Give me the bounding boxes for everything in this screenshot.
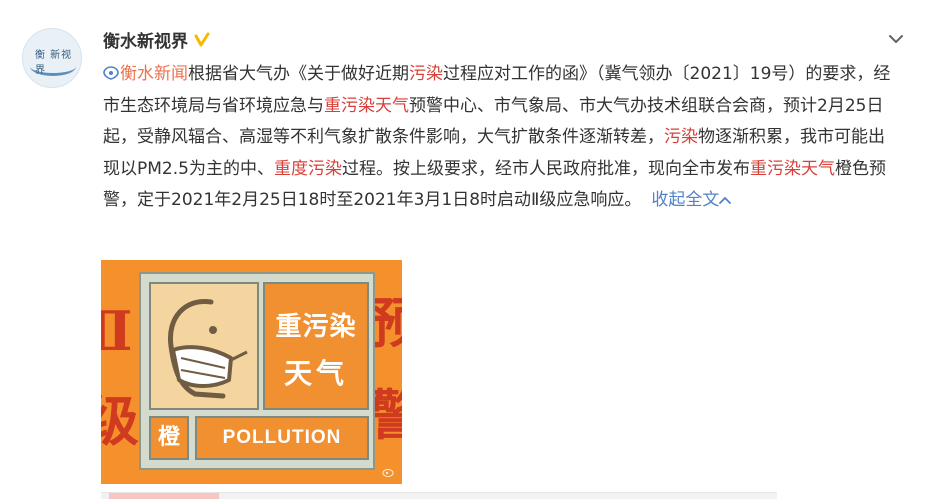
face-mask-icon bbox=[167, 299, 248, 399]
side-char-left-bottom: 级 bbox=[101, 389, 139, 453]
post-text-segment: 根据省大气办《关于做好近期 bbox=[188, 64, 409, 84]
highlighted-keyword[interactable]: 污染 bbox=[308, 159, 342, 179]
mask-pictogram bbox=[149, 282, 259, 410]
sign-line-2: 天气 bbox=[283, 357, 348, 390]
image-watermark bbox=[382, 467, 394, 480]
location-pin-icon bbox=[103, 60, 119, 80]
post-header: 衡水新视界 bbox=[103, 25, 210, 53]
collapse-button[interactable]: 收起全文 bbox=[651, 190, 732, 210]
verified-badge-icon bbox=[194, 32, 210, 47]
post-text: 衡水新闻根据省大气办《关于做好近期污染过程应对工作的函》（冀气领办〔2021〕1… bbox=[103, 59, 893, 217]
chevron-up-icon bbox=[719, 197, 732, 205]
avatar[interactable]: 衡 新视界 bbox=[22, 28, 82, 88]
highlighted-keyword[interactable]: 重污染天气 bbox=[750, 159, 835, 179]
pollution-label: POLLUTION bbox=[195, 416, 369, 460]
post-text-segment: 过程。按上级要求，经市人民政府批准，现向全市发布 bbox=[341, 158, 750, 179]
highlighted-keyword[interactable]: 污染 bbox=[664, 127, 698, 147]
highlighted-keyword[interactable]: 重污染天气 bbox=[324, 96, 409, 116]
collapse-label[interactable]: 收起全文 bbox=[651, 190, 719, 210]
warning-image[interactable]: Ⅱ 级 预 警 重污染 天气 橙 POLLUTION bbox=[101, 260, 402, 484]
highlighted-keyword[interactable]: 重度 bbox=[274, 159, 308, 179]
chevron-down-icon[interactable] bbox=[887, 30, 905, 48]
topic-link[interactable]: 衡水新闻 bbox=[120, 64, 188, 84]
avatar-logo-text: 衡 新视界 bbox=[35, 50, 73, 76]
heavy-pollution-tag: 重污染 天气 bbox=[263, 282, 369, 410]
sign-line-1: 重污染 bbox=[275, 312, 357, 342]
side-char-left-top: Ⅱ bbox=[101, 299, 133, 363]
warning-sign-panel: 重污染 天气 橙 POLLUTION bbox=[139, 272, 375, 470]
highlighted-keyword[interactable]: 污染 bbox=[409, 64, 443, 84]
username[interactable]: 衡水新视界 bbox=[103, 27, 188, 52]
color-level-box: 橙 bbox=[149, 416, 189, 460]
toolbar-accent bbox=[109, 493, 219, 499]
